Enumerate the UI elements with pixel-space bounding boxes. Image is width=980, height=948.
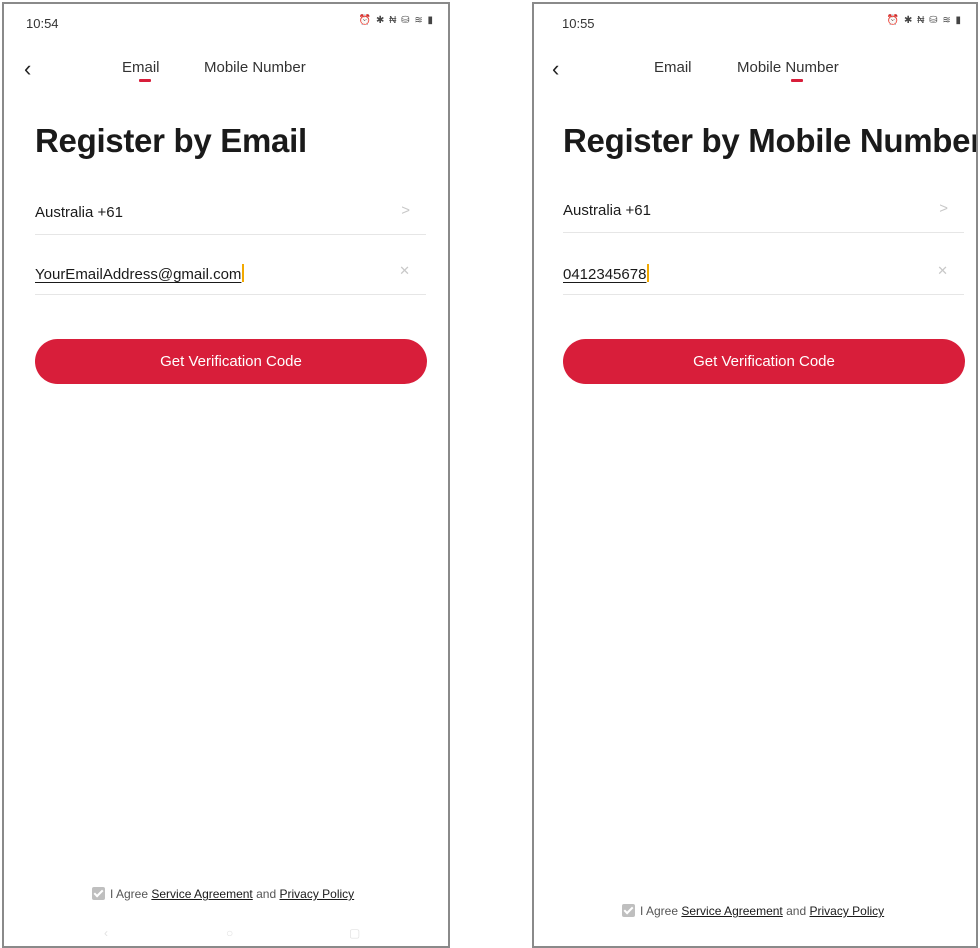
country-value: Australia +61	[563, 202, 651, 219]
page-title: Register by Mobile Number	[563, 122, 978, 159]
status-bar: 10:55 ⏰ ✱ ₦ ⛁ ≋ ▮	[534, 12, 976, 34]
tab-mobile-number[interactable]: Mobile Number	[204, 59, 306, 76]
checkbox-icon[interactable]	[92, 887, 105, 900]
email-input-value: YourEmailAddress@gmail.com	[35, 266, 242, 283]
agree-and: and	[786, 904, 807, 918]
mobile-register-screen: 10:55 ⏰ ✱ ₦ ⛁ ≋ ▮ ‹ Email Mobile Number …	[532, 2, 978, 948]
privacy-policy-link[interactable]: Privacy Policy	[279, 887, 354, 901]
agreement-row: I Agree Service Agreement and Privacy Po…	[92, 887, 354, 901]
email-field[interactable]: YourEmailAddress@gmail.com ✕	[35, 254, 426, 295]
agree-prefix: I Agree	[640, 904, 679, 918]
country-selector[interactable]: Australia +61 >	[35, 194, 426, 235]
email-input-wrap: YourEmailAddress@gmail.com	[35, 264, 245, 283]
tab-email[interactable]: Email	[654, 59, 692, 76]
system-recents-icon[interactable]: ▢	[349, 926, 360, 940]
email-register-screen: 10:54 ⏰ ✱ ₦ ⛁ ≋ ▮ ‹ Email Mobile Number …	[2, 2, 450, 948]
agree-and: and	[256, 887, 277, 901]
country-selector[interactable]: Australia +61 >	[563, 192, 964, 233]
status-time: 10:54	[26, 16, 59, 31]
phone-input-wrap: 0412345678	[563, 264, 650, 283]
nav-bar: ‹ Email Mobile Number	[534, 54, 976, 94]
system-back-icon[interactable]: ‹	[104, 926, 108, 940]
status-icons: ⏰ ✱ ₦ ⛁ ≋ ▮	[358, 15, 434, 26]
status-time: 10:55	[562, 16, 595, 31]
service-agreement-link[interactable]: Service Agreement	[151, 887, 252, 901]
get-verification-code-button[interactable]: Get Verification Code	[563, 339, 965, 384]
close-icon[interactable]: ✕	[937, 263, 948, 279]
agree-prefix: I Agree	[110, 887, 149, 901]
checkbox-icon[interactable]	[622, 904, 635, 917]
system-home-icon[interactable]: ○	[226, 926, 233, 940]
agreement-row: I Agree Service Agreement and Privacy Po…	[622, 904, 884, 918]
get-verification-code-button[interactable]: Get Verification Code	[35, 339, 427, 384]
status-icons: ⏰ ✱ ₦ ⛁ ≋ ▮	[886, 15, 962, 26]
chevron-right-icon: >	[401, 202, 410, 219]
privacy-policy-link[interactable]: Privacy Policy	[809, 904, 884, 918]
active-tab-indicator	[791, 79, 803, 82]
tab-mobile-number[interactable]: Mobile Number	[737, 59, 839, 76]
phone-input-value: 0412345678	[563, 266, 647, 283]
text-caret	[242, 264, 245, 282]
text-caret	[647, 264, 650, 282]
back-chevron-icon[interactable]: ‹	[24, 58, 42, 80]
chevron-right-icon: >	[939, 200, 948, 217]
service-agreement-link[interactable]: Service Agreement	[681, 904, 782, 918]
page-title: Register by Email	[35, 122, 307, 159]
tab-email[interactable]: Email	[122, 59, 160, 76]
phone-number-field[interactable]: 0412345678 ✕	[563, 254, 964, 295]
country-value: Australia +61	[35, 204, 123, 221]
close-icon[interactable]: ✕	[399, 263, 410, 279]
active-tab-indicator	[139, 79, 151, 82]
system-nav-bar: ‹ ○ ▢	[4, 926, 448, 942]
back-chevron-icon[interactable]: ‹	[552, 58, 570, 80]
status-bar: 10:54 ⏰ ✱ ₦ ⛁ ≋ ▮	[4, 12, 448, 34]
nav-bar: ‹ Email Mobile Number	[4, 54, 448, 94]
